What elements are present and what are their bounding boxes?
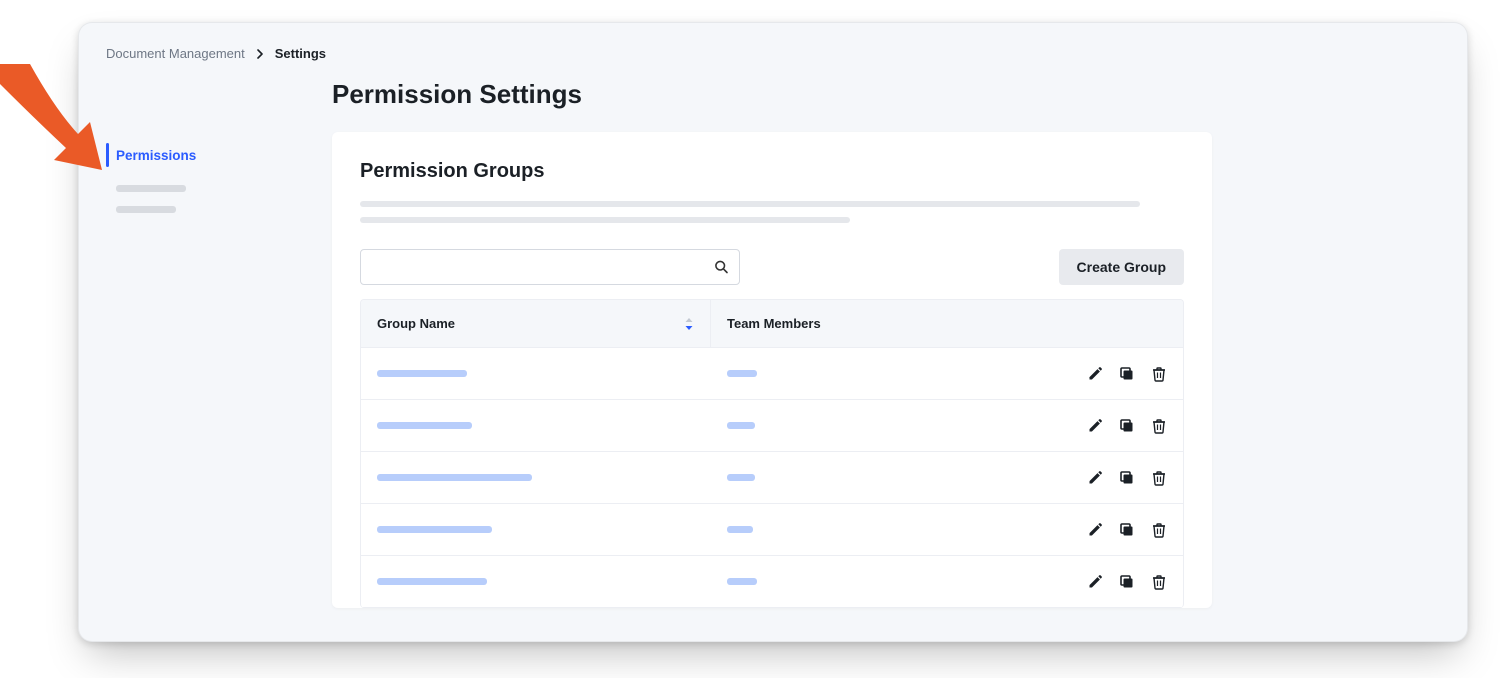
duplicate-button[interactable] bbox=[1119, 522, 1135, 538]
table-header: Group Name Team Members bbox=[361, 300, 1183, 348]
breadcrumb: Document Management Settings bbox=[106, 46, 1440, 61]
trash-icon bbox=[1151, 366, 1167, 382]
cell-actions bbox=[1027, 366, 1167, 382]
cell-actions bbox=[1027, 522, 1167, 538]
main-content: Permission Settings Permission Groups Cr… bbox=[316, 79, 1440, 625]
delete-button[interactable] bbox=[1151, 470, 1167, 486]
edit-button[interactable] bbox=[1087, 522, 1103, 538]
cell-team-members bbox=[727, 474, 1027, 481]
duplicate-button[interactable] bbox=[1119, 418, 1135, 434]
delete-button[interactable] bbox=[1151, 366, 1167, 382]
column-label: Team Members bbox=[727, 316, 821, 331]
placeholder-text bbox=[727, 370, 757, 377]
cell-actions bbox=[1027, 470, 1167, 486]
edit-button[interactable] bbox=[1087, 470, 1103, 486]
trash-icon bbox=[1151, 574, 1167, 590]
groups-table: Group Name Team Members bbox=[360, 299, 1184, 608]
cell-actions bbox=[1027, 418, 1167, 434]
edit-icon bbox=[1087, 522, 1103, 538]
sidebar-item-placeholder[interactable] bbox=[116, 185, 186, 192]
trash-icon bbox=[1151, 418, 1167, 434]
edit-icon bbox=[1087, 574, 1103, 590]
placeholder-text bbox=[377, 422, 472, 429]
column-team-members[interactable]: Team Members bbox=[711, 316, 1011, 331]
breadcrumb-current: Settings bbox=[275, 46, 326, 61]
cell-group-name[interactable] bbox=[377, 578, 727, 585]
search-field[interactable] bbox=[361, 250, 739, 284]
placeholder-text bbox=[727, 578, 757, 585]
copy-icon bbox=[1119, 418, 1135, 434]
copy-icon bbox=[1119, 574, 1135, 590]
cell-team-members bbox=[727, 578, 1027, 585]
duplicate-button[interactable] bbox=[1119, 366, 1135, 382]
edit-icon bbox=[1087, 470, 1103, 486]
table-row bbox=[361, 556, 1183, 608]
sidebar-item-permissions[interactable]: Permissions bbox=[106, 139, 316, 171]
copy-icon bbox=[1119, 470, 1135, 486]
cell-group-name[interactable] bbox=[377, 422, 727, 429]
cell-group-name[interactable] bbox=[377, 474, 727, 481]
copy-icon bbox=[1119, 366, 1135, 382]
placeholder-text bbox=[377, 474, 532, 481]
edit-button[interactable] bbox=[1087, 418, 1103, 434]
placeholder-text bbox=[727, 422, 755, 429]
placeholder-text bbox=[377, 578, 487, 585]
column-label: Group Name bbox=[377, 316, 455, 331]
search-input[interactable] bbox=[360, 249, 740, 285]
chevron-right-icon bbox=[255, 49, 265, 59]
cell-team-members bbox=[727, 370, 1027, 377]
table-row bbox=[361, 452, 1183, 504]
placeholder-text bbox=[377, 526, 492, 533]
edit-icon bbox=[1087, 366, 1103, 382]
delete-button[interactable] bbox=[1151, 574, 1167, 590]
trash-icon bbox=[1151, 522, 1167, 538]
column-group-name[interactable]: Group Name bbox=[361, 300, 711, 347]
placeholder-text bbox=[727, 526, 753, 533]
trash-icon bbox=[1151, 470, 1167, 486]
create-group-button[interactable]: Create Group bbox=[1059, 249, 1184, 285]
table-row bbox=[361, 348, 1183, 400]
cell-team-members bbox=[727, 422, 1027, 429]
search-icon bbox=[714, 260, 729, 275]
description-placeholder bbox=[360, 217, 850, 223]
page-title: Permission Settings bbox=[332, 79, 1440, 110]
permission-groups-card: Permission Groups Create Group bbox=[332, 132, 1212, 608]
table-row bbox=[361, 504, 1183, 556]
cell-group-name[interactable] bbox=[377, 526, 727, 533]
duplicate-button[interactable] bbox=[1119, 470, 1135, 486]
sidebar-item-label: Permissions bbox=[116, 148, 196, 163]
cell-actions bbox=[1027, 574, 1167, 590]
table-row bbox=[361, 400, 1183, 452]
copy-icon bbox=[1119, 522, 1135, 538]
sidebar: Permissions bbox=[106, 79, 316, 625]
sort-icon bbox=[684, 317, 694, 331]
edit-icon bbox=[1087, 418, 1103, 434]
cell-group-name[interactable] bbox=[377, 370, 727, 377]
edit-button[interactable] bbox=[1087, 574, 1103, 590]
sidebar-item-placeholder[interactable] bbox=[116, 206, 176, 213]
edit-button[interactable] bbox=[1087, 366, 1103, 382]
app-window: Document Management Settings Permissions… bbox=[78, 22, 1468, 642]
delete-button[interactable] bbox=[1151, 418, 1167, 434]
section-title: Permission Groups bbox=[360, 160, 1184, 183]
placeholder-text bbox=[727, 474, 755, 481]
description-placeholder bbox=[360, 201, 1140, 207]
cell-team-members bbox=[727, 526, 1027, 533]
placeholder-text bbox=[377, 370, 467, 377]
breadcrumb-root[interactable]: Document Management bbox=[106, 46, 245, 61]
delete-button[interactable] bbox=[1151, 522, 1167, 538]
duplicate-button[interactable] bbox=[1119, 574, 1135, 590]
